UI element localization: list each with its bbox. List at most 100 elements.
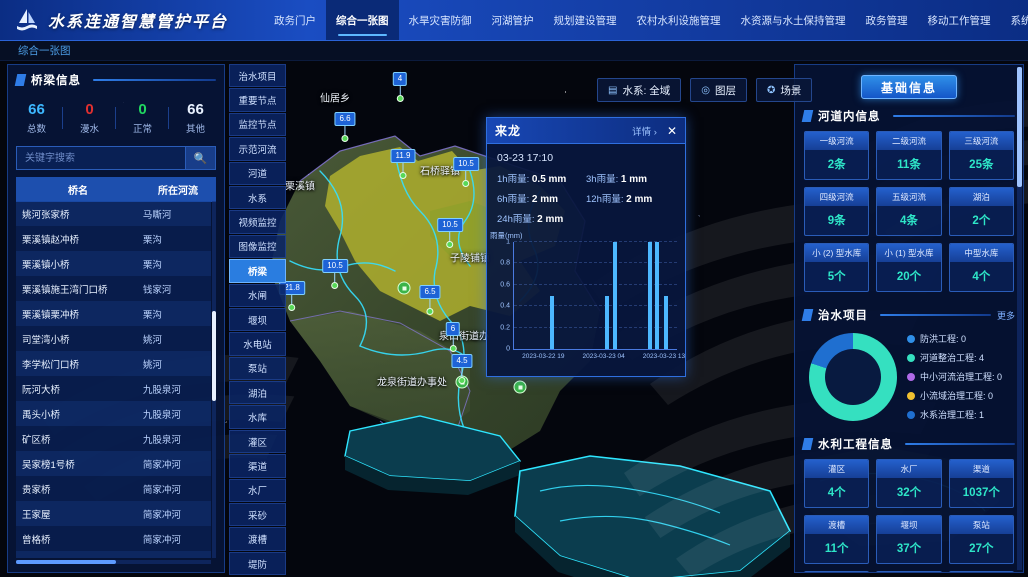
table-row[interactable]: 李学松门口桥姚河 [16,351,211,376]
y-tick-label: 0.8 [490,260,510,267]
nav-item-移动工作管理[interactable]: 移动工作管理 [918,0,1001,40]
nav-item-农村水利设施管理[interactable]: 农村水利设施管理 [627,0,731,40]
layer-item-采砂[interactable]: 采砂 [229,503,286,526]
marker-stem [334,273,335,282]
nav-item-规划建设管理[interactable]: 规划建设管理 [544,0,627,40]
layer-item-泵站[interactable]: 泵站 [229,357,286,380]
rain-marker[interactable]: 6.6 [334,112,355,142]
layer-item-渡槽[interactable]: 渡槽 [229,527,286,550]
table-row[interactable]: 栗溪镇赵冲桥栗沟 [16,226,211,251]
marker-value: 4 [393,72,407,86]
layer-item-重要节点[interactable]: 重要节点 [229,88,286,111]
table-row[interactable]: 禹头小桥九股泉河 [16,401,211,426]
close-icon[interactable]: ✕ [667,125,677,137]
bridge-name-cell: 阮河大桥 [16,376,137,401]
table-row[interactable]: 司堂湾小桥姚河 [16,326,211,351]
river-card-中型水库: 中型水库4个 [949,243,1014,292]
river-name-cell: 简家冲河 [137,501,211,526]
table-row[interactable]: 姚河张家桥马嘶河 [16,201,211,226]
card-label: 中型水库 [950,244,1013,262]
layer-item-水闸[interactable]: 水闸 [229,284,286,307]
map-control-场景[interactable]: ✪场景 [756,78,812,102]
marker-pin-icon [288,304,295,311]
nav-item-水资源与水土保持管理[interactable]: 水资源与水土保持管理 [731,0,856,40]
rain-marker[interactable]: 6 [446,322,460,352]
layer-item-视频监控[interactable]: 视频监控 [229,210,286,233]
scrollbar-thumb[interactable] [16,560,116,564]
layer-item-监控节点[interactable]: 监控节点 [229,113,286,136]
facility-section-title: 水利工程信息 [818,436,893,452]
section-accent-icon [802,438,814,450]
popup-detail-link[interactable]: 详情 › [632,124,657,138]
rainfall-metrics: 1h雨量: 0.5 mm3h雨量: 1 mm6h雨量: 2 mm12h雨量: 2… [487,166,685,228]
facility-section-header: 水利工程信息 [795,429,1023,457]
gridline [514,241,677,242]
rain-bar [664,296,668,350]
table-row[interactable]: 栗溪镇施王湾门口桥钱家河 [16,276,211,301]
rain-marker[interactable]: 10.5 [437,218,463,248]
project-legend: 防洪工程: 0河道整治工程: 4中小河流治理工程: 0小流域治理工程: 0水系治… [907,332,1002,421]
table-row[interactable]: 栗溪镇栗冲桥栗沟 [16,301,211,326]
station-icon[interactable] [398,282,411,295]
stat-value: 66 [169,101,222,118]
scrollbar-thumb[interactable] [212,311,216,401]
search-input[interactable] [17,147,185,169]
table-row[interactable]: 王家屋简家冲河 [16,501,211,526]
scrollbar-thumb[interactable] [1017,67,1022,187]
magnifier-icon: 🔍 [194,152,208,165]
layer-item-堰坝[interactable]: 堰坝 [229,308,286,331]
rain-marker[interactable]: 11.9 [391,149,416,179]
river-card-湖泊: 湖泊2个 [949,187,1014,236]
layer-item-河道[interactable]: 河道 [229,162,286,185]
nav-item-水旱灾害防御[interactable]: 水旱灾害防御 [399,0,482,40]
rain-marker[interactable]: 10.5 [322,259,348,289]
layer-item-水系[interactable]: 水系 [229,186,286,209]
nav-item-系统管理[interactable]: 系统管理 [1001,0,1028,40]
layer-item-渠道[interactable]: 渠道 [229,454,286,477]
rain-metric-value: 2 mm [532,194,558,205]
project-more-link[interactable]: 更多 [997,309,1015,322]
map-control-图层[interactable]: ◎图层 [690,78,747,102]
tab-basic-info[interactable]: 基础信息 [861,75,957,99]
table-row[interactable]: 曾格桥简家冲河 [16,526,211,551]
table-row[interactable]: 矿区桥九股泉河 [16,426,211,451]
breadcrumb[interactable]: 综合一张图 [18,43,71,58]
layer-item-水电站[interactable]: 水电站 [229,332,286,355]
layer-item-堤防[interactable]: 堤防 [229,552,286,575]
rain-bar [655,242,659,349]
rain-bar [605,296,609,350]
layer-item-治水项目[interactable]: 治水项目 [229,64,286,87]
table-row[interactable]: 贵家桥简家冲河 [16,476,211,501]
layer-item-水厂[interactable]: 水厂 [229,479,286,502]
nav-item-河湖管护[interactable]: 河湖管护 [482,0,544,40]
layer-item-灌区[interactable]: 灌区 [229,430,286,453]
rain-marker[interactable]: 6.5 [419,285,440,315]
facility-card-渠道: 渠道1037个 [949,459,1014,508]
rain-marker[interactable]: 4.5 [451,354,472,384]
rain-marker[interactable]: 10.5 [453,157,479,187]
layer-item-图像监控[interactable]: 图像监控 [229,235,286,258]
layer-item-桥梁[interactable]: 桥梁 [229,259,286,282]
nav-item-综合一张图[interactable]: 综合一张图 [326,0,399,40]
town-label-龙泉街道办事处: 龙泉街道办事处 [377,374,447,389]
map-control-水系: 全域[interactable]: ▤水系: 全域 [597,78,681,102]
layer-item-湖泊[interactable]: 湖泊 [229,381,286,404]
rain-metric-value: 2 mm [626,194,652,205]
rain-marker[interactable]: 4 [393,72,407,102]
nav-item-政务门户[interactable]: 政务门户 [264,0,326,40]
bridge-search: 🔍 [16,146,216,170]
table-row[interactable]: 吴家榜1号桥简家冲河 [16,451,211,476]
table-row[interactable]: 栗溪镇小桥栗沟 [16,251,211,276]
marker-stem [449,232,450,241]
legend-label: 防洪工程: 0 [920,332,966,345]
section-divider [893,115,1016,117]
search-button[interactable]: 🔍 [185,147,215,169]
bridge-panel-title: 桥梁信息 [31,72,81,88]
table-row[interactable]: 阮河大桥九股泉河 [16,376,211,401]
nav-item-政务管理[interactable]: 政务管理 [856,0,918,40]
layer-item-水库[interactable]: 水库 [229,405,286,428]
station-icon[interactable] [514,381,527,394]
table-row[interactable]: 马鞍大桥殷水河 [16,551,211,558]
map-controls: ▤水系: 全域◎图层✪场景 [597,78,812,102]
layer-item-示范河流[interactable]: 示范河流 [229,137,286,160]
